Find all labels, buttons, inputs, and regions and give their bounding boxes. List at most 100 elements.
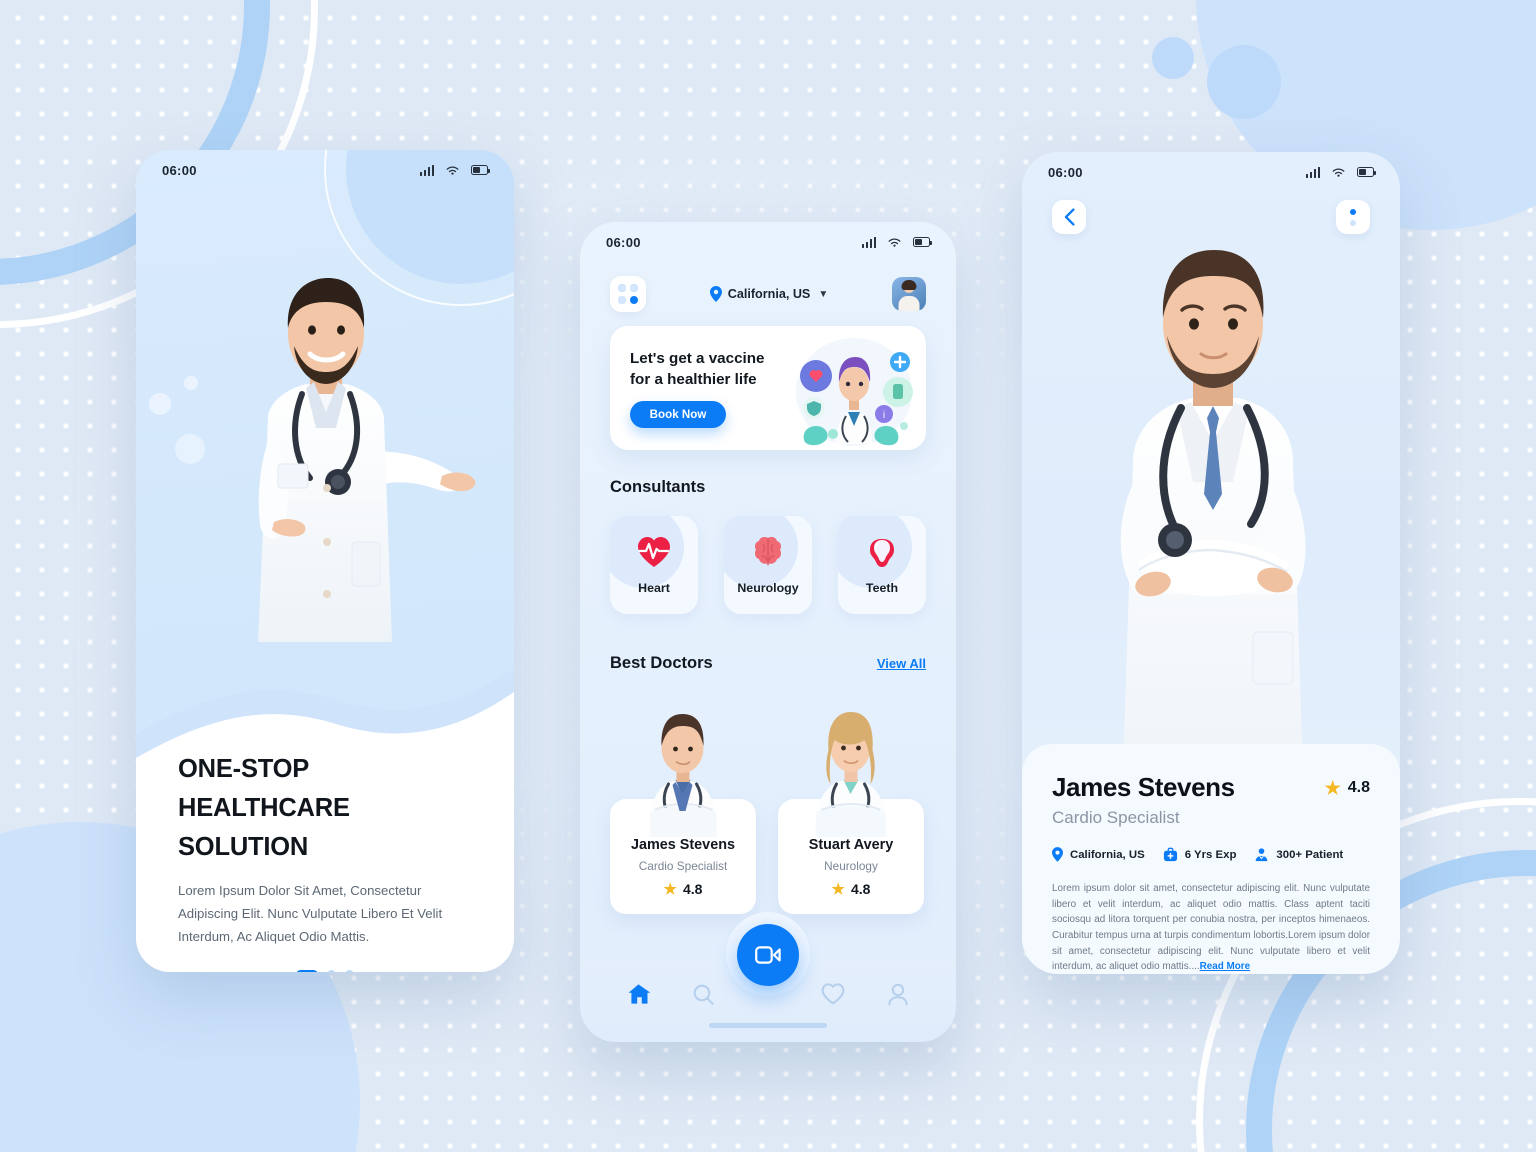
- status-time: 06:00: [1048, 164, 1083, 180]
- avatar[interactable]: [891, 277, 926, 311]
- status-icons: [861, 236, 933, 248]
- home-icon[interactable]: [623, 979, 653, 1009]
- vaccine-promo-banner[interactable]: Let's get a vaccine for a healthier life…: [610, 326, 926, 450]
- book-now-label: Book Now: [649, 408, 707, 422]
- status-icons: [419, 164, 491, 176]
- video-call-button[interactable]: [737, 924, 799, 986]
- consultants-title: Consultants: [610, 478, 706, 496]
- page-title: ONE-STOP HEALTHCARE SOLUTION: [178, 755, 350, 861]
- wifi-icon: [1332, 167, 1345, 177]
- meta-experience: 6 Yrs Exp: [1163, 847, 1237, 862]
- status-bar: 06:00: [136, 150, 514, 190]
- home-indicator: [709, 1023, 827, 1028]
- doctor-name: James Stevens: [630, 837, 735, 853]
- page-subtitle: Lorem Ipsum Dolor Sit Amet, Consectetur …: [178, 883, 443, 944]
- pagination-dot-2[interactable]: [327, 970, 336, 972]
- heart-pulse-icon: [636, 534, 672, 570]
- home-top-bar: California, US ▼: [610, 274, 926, 314]
- heart-outline-icon[interactable]: [818, 979, 848, 1009]
- consultant-label: Heart: [638, 581, 670, 595]
- doctor-rating: ★ 4.8: [1325, 779, 1370, 797]
- phone-home-screen: 06:00 California, US ▼ Let's get a vacci…: [580, 222, 956, 1042]
- doctor-role: Cardio Specialist: [638, 859, 728, 873]
- back-button[interactable]: [1052, 200, 1086, 234]
- phone-onboarding-screen: 06:00 ONE-STOP HEALTHCARE SOLUTION Lorem…: [136, 150, 514, 972]
- status-time: 06:00: [606, 234, 641, 250]
- consultants-list: Heart Neurology Teeth: [610, 516, 926, 614]
- meta-patients: 300+ Patient: [1254, 847, 1343, 862]
- location-selector[interactable]: California, US ▼: [709, 286, 828, 302]
- chevron-left-icon: [1064, 208, 1075, 226]
- doctor-rating: ★ 4.8: [778, 881, 924, 897]
- banner-title: Let's get a vaccine for a healthier life: [630, 349, 765, 388]
- meta-location: California, US: [1052, 847, 1145, 862]
- phone-doctor-detail-screen: 06:00 James Stevens ★ 4.8 Cardio Special…: [1022, 152, 1400, 974]
- more-dot: [1350, 219, 1356, 226]
- location-pin-icon: [709, 286, 722, 302]
- vaccine-illustration: i: [796, 338, 913, 446]
- status-bar: 06:00: [580, 222, 956, 262]
- more-dot: [1350, 208, 1356, 215]
- onboarding-copy: ONE-STOP HEALTHCARE SOLUTION Lorem Ipsum…: [136, 750, 514, 949]
- doctor-name: James Stevens: [1052, 772, 1235, 802]
- battery-icon: [1357, 167, 1377, 177]
- more-options-button[interactable]: [1336, 200, 1370, 234]
- status-bar: 06:00: [1022, 152, 1400, 192]
- doctor-photo: [814, 712, 888, 837]
- doctor-card[interactable]: Stuart Avery Neurology ★ 4.8: [778, 692, 924, 914]
- doctor-name-row: James Stevens ★ 4.8: [1052, 772, 1370, 803]
- view-all-link[interactable]: View All: [877, 656, 926, 671]
- best-doctors-title: Best Doctors: [610, 654, 713, 672]
- doctor-role: Cardio Specialist: [1052, 808, 1180, 827]
- doctor-rating: ★ 4.8: [610, 881, 756, 897]
- grid-menu-icon[interactable]: [610, 276, 646, 312]
- consultant-card-neurology[interactable]: Neurology: [724, 516, 812, 614]
- doctor-rating-value: 4.8: [850, 881, 871, 897]
- battery-icon: [471, 165, 491, 175]
- decor-bubble: [149, 393, 171, 415]
- wifi-icon: [888, 237, 901, 247]
- accent-circle-small: [1152, 37, 1194, 79]
- wifi-icon: [446, 165, 459, 175]
- status-time: 06:00: [162, 162, 197, 178]
- book-now-button[interactable]: Book Now: [630, 401, 726, 429]
- consultant-card-teeth[interactable]: Teeth: [838, 516, 926, 614]
- best-doctors-header: Best Doctors View All: [610, 654, 926, 673]
- doctor-info-card: James Stevens ★ 4.8 Cardio Specialist Ca…: [1022, 744, 1400, 974]
- detail-nav-bar: [1052, 200, 1370, 234]
- patients-icon: [1256, 848, 1268, 862]
- doctor-photo: [648, 714, 718, 837]
- carousel-pagination[interactable]: [136, 970, 514, 972]
- star-icon: ★: [663, 880, 677, 898]
- search-icon[interactable]: [688, 979, 718, 1009]
- star-icon: ★: [1324, 777, 1341, 798]
- consultant-label: Teeth: [865, 581, 899, 595]
- meta-label: 6 Yrs Exp: [1184, 848, 1237, 861]
- doctor-role: Neurology: [824, 859, 878, 873]
- description-text: Lorem ipsum dolor sit amet, consectetur …: [1052, 883, 1370, 973]
- star-icon: ★: [831, 880, 845, 898]
- battery-icon: [913, 237, 933, 247]
- svg-text:i: i: [883, 410, 885, 421]
- signal-bars-icon: [861, 236, 876, 248]
- pagination-dot-3[interactable]: [345, 970, 354, 972]
- medical-bag-icon: [1163, 847, 1177, 862]
- doctor-rating-value: 4.8: [682, 881, 703, 897]
- best-doctors-list: James Stevens Cardio Specialist ★ 4.8 St…: [610, 692, 926, 914]
- read-more-link[interactable]: Read More: [1200, 961, 1250, 972]
- doctor-meta-row: California, US 6 Yrs Exp 300+ Patient: [1052, 847, 1370, 862]
- status-icons: [1305, 166, 1377, 178]
- location-label: California, US: [727, 287, 811, 301]
- pagination-dot-1[interactable]: [296, 970, 318, 972]
- doctor-description: Lorem ipsum dolor sit amet, consectetur …: [1052, 881, 1370, 974]
- consultant-label: Neurology: [737, 581, 799, 595]
- signal-bars-icon: [419, 164, 434, 176]
- tooth-icon: [864, 534, 900, 570]
- consultant-card-heart[interactable]: Heart: [610, 516, 698, 614]
- person-icon[interactable]: [883, 979, 913, 1009]
- doctor-name: Stuart Avery: [808, 837, 894, 853]
- doctor-card[interactable]: James Stevens Cardio Specialist ★ 4.8: [610, 692, 756, 914]
- banner-content: Let's get a vaccine for a healthier life…: [610, 348, 776, 429]
- doctor-portrait: [1120, 250, 1306, 772]
- consultants-header: Consultants: [610, 478, 926, 497]
